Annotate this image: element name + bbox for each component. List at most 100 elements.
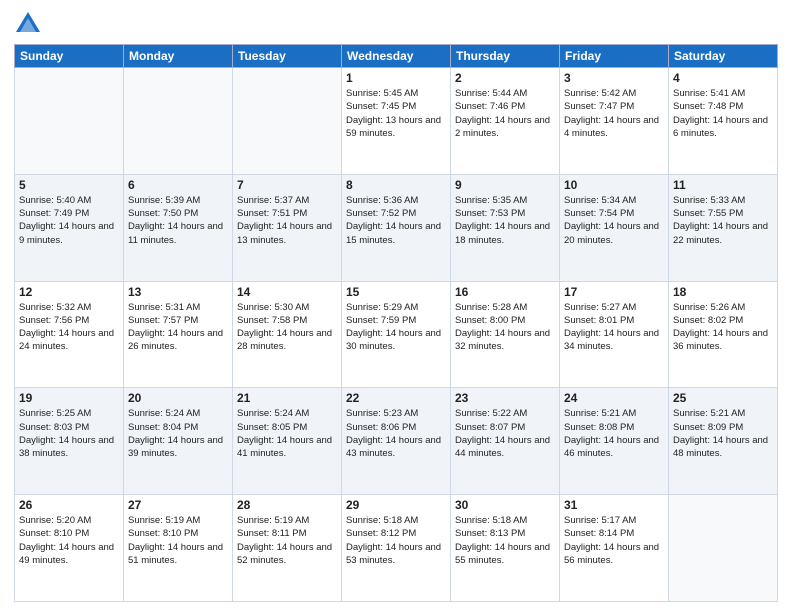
day-number: 10 bbox=[564, 178, 664, 192]
day-info: Sunrise: 5:31 AM Sunset: 7:57 PM Dayligh… bbox=[128, 301, 228, 354]
day-number: 23 bbox=[455, 391, 555, 405]
day-info: Sunrise: 5:25 AM Sunset: 8:03 PM Dayligh… bbox=[19, 407, 119, 460]
calendar-cell: 3 Sunrise: 5:42 AM Sunset: 7:47 PM Daylig… bbox=[560, 68, 669, 175]
day-info: Sunrise: 5:30 AM Sunset: 7:58 PM Dayligh… bbox=[237, 301, 337, 354]
page: SundayMondayTuesdayWednesdayThursdayFrid… bbox=[0, 0, 792, 612]
day-info: Sunrise: 5:18 AM Sunset: 8:13 PM Dayligh… bbox=[455, 514, 555, 567]
calendar-cell: 12 Sunrise: 5:32 AM Sunset: 7:56 PM Dayli… bbox=[15, 281, 124, 388]
day-info: Sunrise: 5:44 AM Sunset: 7:46 PM Dayligh… bbox=[455, 87, 555, 140]
day-info: Sunrise: 5:27 AM Sunset: 8:01 PM Dayligh… bbox=[564, 301, 664, 354]
day-info: Sunrise: 5:26 AM Sunset: 8:02 PM Dayligh… bbox=[673, 301, 773, 354]
day-info: Sunrise: 5:39 AM Sunset: 7:50 PM Dayligh… bbox=[128, 194, 228, 247]
day-number: 28 bbox=[237, 498, 337, 512]
calendar-header-thursday: Thursday bbox=[451, 45, 560, 68]
day-info: Sunrise: 5:33 AM Sunset: 7:55 PM Dayligh… bbox=[673, 194, 773, 247]
day-info: Sunrise: 5:41 AM Sunset: 7:48 PM Dayligh… bbox=[673, 87, 773, 140]
day-info: Sunrise: 5:35 AM Sunset: 7:53 PM Dayligh… bbox=[455, 194, 555, 247]
calendar-header-row: SundayMondayTuesdayWednesdayThursdayFrid… bbox=[15, 45, 778, 68]
day-number: 25 bbox=[673, 391, 773, 405]
calendar-cell: 16 Sunrise: 5:28 AM Sunset: 8:00 PM Dayli… bbox=[451, 281, 560, 388]
calendar-cell: 10 Sunrise: 5:34 AM Sunset: 7:54 PM Dayli… bbox=[560, 174, 669, 281]
calendar-week-row: 19 Sunrise: 5:25 AM Sunset: 8:03 PM Dayli… bbox=[15, 388, 778, 495]
day-info: Sunrise: 5:29 AM Sunset: 7:59 PM Dayligh… bbox=[346, 301, 446, 354]
calendar-header-saturday: Saturday bbox=[669, 45, 778, 68]
day-info: Sunrise: 5:20 AM Sunset: 8:10 PM Dayligh… bbox=[19, 514, 119, 567]
day-info: Sunrise: 5:21 AM Sunset: 8:09 PM Dayligh… bbox=[673, 407, 773, 460]
calendar-cell: 20 Sunrise: 5:24 AM Sunset: 8:04 PM Dayli… bbox=[124, 388, 233, 495]
calendar-cell: 13Sunrise: 5:31 AM Sunset: 7:57 PM Dayli… bbox=[124, 281, 233, 388]
calendar-cell: 21 Sunrise: 5:24 AM Sunset: 8:05 PM Dayli… bbox=[233, 388, 342, 495]
day-info: Sunrise: 5:37 AM Sunset: 7:51 PM Dayligh… bbox=[237, 194, 337, 247]
day-number: 19 bbox=[19, 391, 119, 405]
calendar-cell: 19 Sunrise: 5:25 AM Sunset: 8:03 PM Dayli… bbox=[15, 388, 124, 495]
day-number: 2 bbox=[455, 71, 555, 85]
calendar-header-monday: Monday bbox=[124, 45, 233, 68]
day-number: 15 bbox=[346, 285, 446, 299]
calendar-cell: 11 Sunrise: 5:33 AM Sunset: 7:55 PM Dayli… bbox=[669, 174, 778, 281]
day-number: 27 bbox=[128, 498, 228, 512]
day-number: 6 bbox=[128, 178, 228, 192]
calendar-cell: 6 Sunrise: 5:39 AM Sunset: 7:50 PM Daylig… bbox=[124, 174, 233, 281]
calendar-cell: 28 Sunrise: 5:19 AM Sunset: 8:11 PM Dayli… bbox=[233, 495, 342, 602]
day-number: 11 bbox=[673, 178, 773, 192]
calendar-cell: 17 Sunrise: 5:27 AM Sunset: 8:01 PM Dayli… bbox=[560, 281, 669, 388]
calendar-week-row: 12 Sunrise: 5:32 AM Sunset: 7:56 PM Dayli… bbox=[15, 281, 778, 388]
calendar-cell: 4 Sunrise: 5:41 AM Sunset: 7:48 PM Daylig… bbox=[669, 68, 778, 175]
calendar-cell: 18Sunrise: 5:26 AM Sunset: 8:02 PM Dayli… bbox=[669, 281, 778, 388]
calendar-cell: 26Sunrise: 5:20 AM Sunset: 8:10 PM Dayli… bbox=[15, 495, 124, 602]
day-info: Sunrise: 5:19 AM Sunset: 8:11 PM Dayligh… bbox=[237, 514, 337, 567]
day-number: 29 bbox=[346, 498, 446, 512]
day-number: 20 bbox=[128, 391, 228, 405]
day-number: 14 bbox=[237, 285, 337, 299]
calendar-header-wednesday: Wednesday bbox=[342, 45, 451, 68]
calendar-table: SundayMondayTuesdayWednesdayThursdayFrid… bbox=[14, 44, 778, 602]
day-number: 3 bbox=[564, 71, 664, 85]
calendar-cell: 9Sunrise: 5:35 AM Sunset: 7:53 PM Daylig… bbox=[451, 174, 560, 281]
day-number: 4 bbox=[673, 71, 773, 85]
day-number: 17 bbox=[564, 285, 664, 299]
calendar-header-friday: Friday bbox=[560, 45, 669, 68]
header bbox=[14, 10, 778, 38]
calendar-cell: 5 Sunrise: 5:40 AM Sunset: 7:49 PM Daylig… bbox=[15, 174, 124, 281]
calendar-cell: 25 Sunrise: 5:21 AM Sunset: 8:09 PM Dayli… bbox=[669, 388, 778, 495]
calendar-cell: 15 Sunrise: 5:29 AM Sunset: 7:59 PM Dayli… bbox=[342, 281, 451, 388]
calendar-cell: 7 Sunrise: 5:37 AM Sunset: 7:51 PM Daylig… bbox=[233, 174, 342, 281]
day-number: 1 bbox=[346, 71, 446, 85]
calendar-cell bbox=[233, 68, 342, 175]
calendar-cell: 8Sunrise: 5:36 AM Sunset: 7:52 PM Daylig… bbox=[342, 174, 451, 281]
day-info: Sunrise: 5:40 AM Sunset: 7:49 PM Dayligh… bbox=[19, 194, 119, 247]
calendar-header-sunday: Sunday bbox=[15, 45, 124, 68]
calendar-cell bbox=[124, 68, 233, 175]
day-info: Sunrise: 5:22 AM Sunset: 8:07 PM Dayligh… bbox=[455, 407, 555, 460]
calendar-cell: 22 Sunrise: 5:23 AM Sunset: 8:06 PM Dayli… bbox=[342, 388, 451, 495]
logo-icon bbox=[14, 10, 42, 38]
calendar-cell: 1 Sunrise: 5:45 AM Sunset: 7:45 PM Daylig… bbox=[342, 68, 451, 175]
day-info: Sunrise: 5:23 AM Sunset: 8:06 PM Dayligh… bbox=[346, 407, 446, 460]
day-info: Sunrise: 5:21 AM Sunset: 8:08 PM Dayligh… bbox=[564, 407, 664, 460]
day-info: Sunrise: 5:18 AM Sunset: 8:12 PM Dayligh… bbox=[346, 514, 446, 567]
day-info: Sunrise: 5:45 AM Sunset: 7:45 PM Dayligh… bbox=[346, 87, 446, 140]
day-info: Sunrise: 5:28 AM Sunset: 8:00 PM Dayligh… bbox=[455, 301, 555, 354]
day-info: Sunrise: 5:36 AM Sunset: 7:52 PM Dayligh… bbox=[346, 194, 446, 247]
calendar-week-row: 1 Sunrise: 5:45 AM Sunset: 7:45 PM Daylig… bbox=[15, 68, 778, 175]
calendar-cell bbox=[669, 495, 778, 602]
calendar-cell bbox=[15, 68, 124, 175]
calendar-cell: 23 Sunrise: 5:22 AM Sunset: 8:07 PM Dayli… bbox=[451, 388, 560, 495]
day-number: 21 bbox=[237, 391, 337, 405]
day-number: 7 bbox=[237, 178, 337, 192]
day-number: 12 bbox=[19, 285, 119, 299]
day-info: Sunrise: 5:34 AM Sunset: 7:54 PM Dayligh… bbox=[564, 194, 664, 247]
day-number: 22 bbox=[346, 391, 446, 405]
day-info: Sunrise: 5:42 AM Sunset: 7:47 PM Dayligh… bbox=[564, 87, 664, 140]
day-number: 5 bbox=[19, 178, 119, 192]
day-info: Sunrise: 5:32 AM Sunset: 7:56 PM Dayligh… bbox=[19, 301, 119, 354]
day-info: Sunrise: 5:17 AM Sunset: 8:14 PM Dayligh… bbox=[564, 514, 664, 567]
logo bbox=[14, 10, 46, 38]
calendar-cell: 24 Sunrise: 5:21 AM Sunset: 8:08 PM Dayli… bbox=[560, 388, 669, 495]
day-info: Sunrise: 5:24 AM Sunset: 8:05 PM Dayligh… bbox=[237, 407, 337, 460]
day-number: 16 bbox=[455, 285, 555, 299]
day-number: 30 bbox=[455, 498, 555, 512]
day-number: 24 bbox=[564, 391, 664, 405]
day-info: Sunrise: 5:24 AM Sunset: 8:04 PM Dayligh… bbox=[128, 407, 228, 460]
day-info: Sunrise: 5:19 AM Sunset: 8:10 PM Dayligh… bbox=[128, 514, 228, 567]
